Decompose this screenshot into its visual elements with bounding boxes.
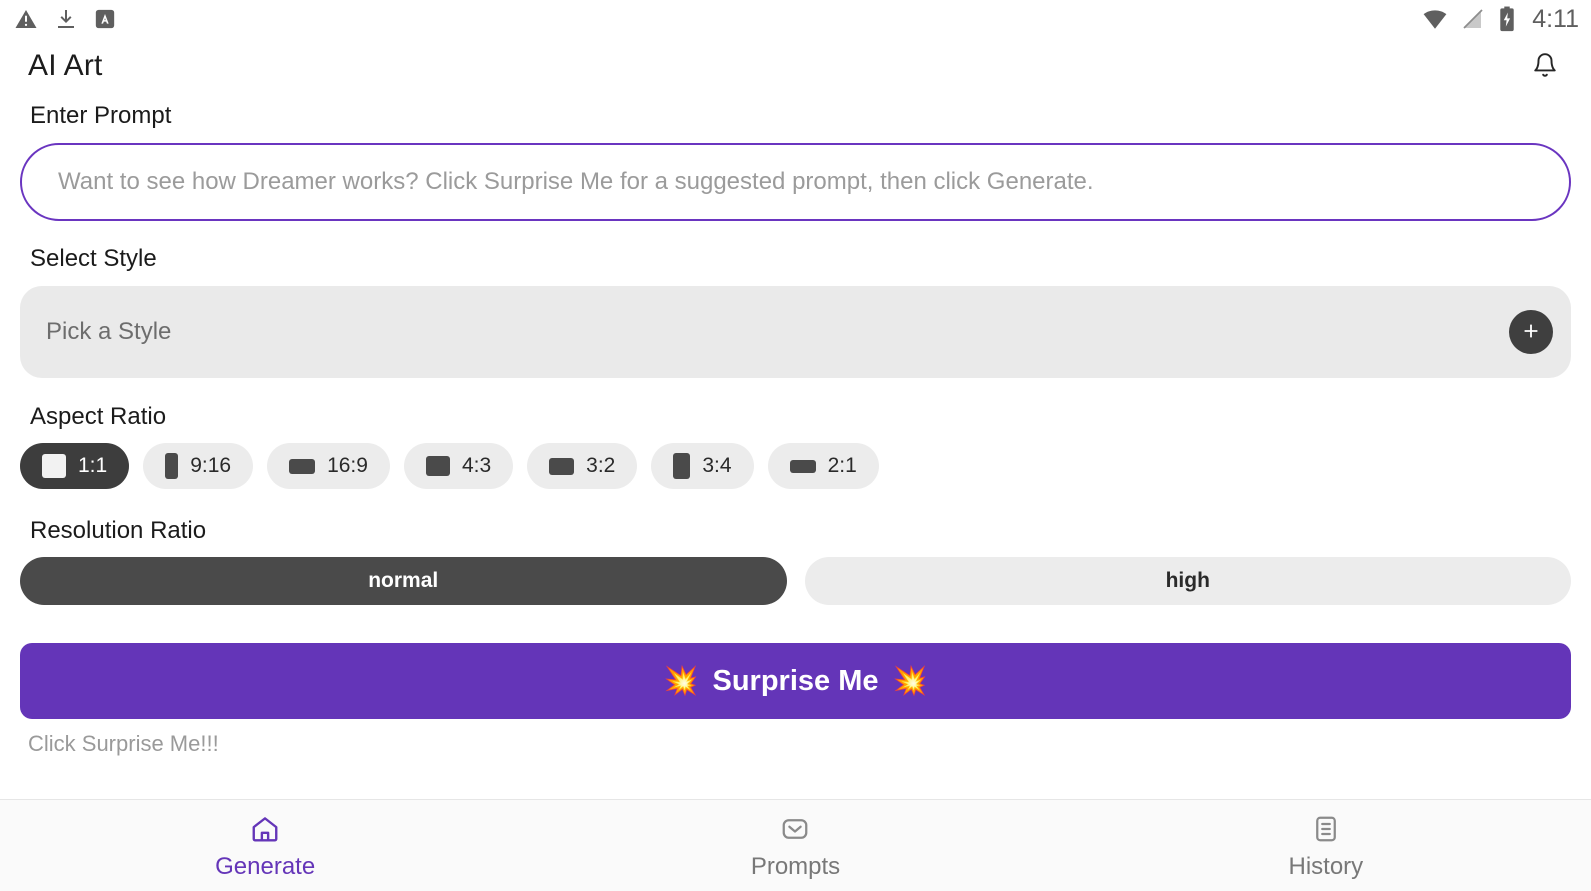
style-label: Select Style bbox=[30, 245, 157, 272]
aspect-ratio-chip-label: 16:9 bbox=[327, 454, 368, 477]
aspect-ratio-chip-1-1[interactable]: 1:1 bbox=[20, 443, 130, 489]
notifications-button[interactable] bbox=[1525, 46, 1565, 86]
app-header: AI Art bbox=[0, 38, 1591, 94]
download-icon bbox=[54, 7, 78, 31]
system-status-bar: 4:11 bbox=[0, 0, 1591, 38]
style-picker[interactable]: Pick a Style bbox=[20, 286, 1571, 378]
sparkle-right-icon: 💥 bbox=[892, 665, 928, 696]
aspect-ratio-label: Aspect Ratio bbox=[30, 403, 167, 430]
wifi-icon bbox=[1422, 6, 1448, 32]
aspect-shape-icon bbox=[549, 457, 575, 475]
aspect-shape-icon bbox=[42, 454, 66, 478]
aspect-ratio-chip-4-3[interactable]: 4:3 bbox=[403, 443, 514, 489]
prompt-field-container[interactable] bbox=[20, 143, 1571, 221]
bell-icon bbox=[1532, 51, 1558, 82]
main-content: Enter Prompt Select Style Pick a Style A… bbox=[0, 94, 1591, 799]
aspect-ratio-chip-label: 1:1 bbox=[78, 454, 108, 477]
document-icon bbox=[1311, 814, 1341, 847]
nav-tab-prompts[interactable]: Prompts bbox=[530, 810, 1060, 881]
prompt-label: Enter Prompt bbox=[30, 102, 172, 129]
app-screen: 4:11 AI Art Enter Prompt Select Style Pi… bbox=[0, 0, 1591, 891]
nav-tab-history[interactable]: History bbox=[1061, 810, 1591, 881]
add-style-button[interactable] bbox=[1509, 310, 1553, 354]
nav-tab-label: History bbox=[1288, 853, 1364, 880]
prompt-input[interactable] bbox=[58, 168, 1533, 196]
style-placeholder: Pick a Style bbox=[46, 318, 172, 345]
nav-tab-generate[interactable]: Generate bbox=[0, 810, 530, 881]
surprise-me-label: Surprise Me bbox=[712, 664, 879, 697]
aspect-ratio-chip-label: 9:16 bbox=[190, 454, 232, 477]
aspect-ratio-chip-label: 2:1 bbox=[827, 454, 857, 477]
status-bar-clock: 4:11 bbox=[1532, 4, 1579, 33]
page-title: AI Art bbox=[28, 49, 103, 82]
aspect-shape-icon bbox=[673, 453, 691, 479]
sparkle-left-icon: 💥 bbox=[663, 665, 699, 696]
aspect-ratio-chip-2-1[interactable]: 2:1 bbox=[767, 443, 879, 489]
resolution-option-high[interactable]: high bbox=[804, 557, 1571, 605]
aspect-ratio-chip-label: 3:2 bbox=[586, 454, 616, 477]
status-bar-right-icons: 4:11 bbox=[1422, 6, 1579, 32]
nav-tab-label: Generate bbox=[215, 853, 316, 880]
aspect-ratio-chip-label: 3:4 bbox=[702, 454, 732, 477]
home-icon bbox=[250, 814, 280, 847]
signal-off-icon bbox=[1461, 7, 1485, 31]
resolution-label: Resolution Ratio bbox=[30, 517, 207, 544]
aspect-shape-icon bbox=[789, 459, 816, 473]
resolution-option-normal[interactable]: normal bbox=[20, 557, 787, 605]
aspect-ratio-options: 1:1 9:16 16:9 4:3 3:2 3:4 2:1 bbox=[20, 443, 1571, 489]
aspect-shape-icon bbox=[289, 458, 316, 474]
status-bar-left-icons bbox=[14, 7, 116, 31]
plus-icon bbox=[1520, 320, 1542, 345]
battery-charging-icon bbox=[1498, 6, 1516, 32]
aspect-shape-icon bbox=[425, 456, 450, 476]
aspect-shape-icon bbox=[165, 453, 179, 479]
warning-triangle-icon bbox=[14, 7, 38, 31]
resolution-options: normal high bbox=[20, 557, 1571, 605]
aspect-ratio-chip-16-9[interactable]: 16:9 bbox=[267, 443, 390, 489]
bottom-navigation: Generate Prompts History bbox=[0, 799, 1591, 891]
app-badge-icon bbox=[94, 8, 116, 30]
nav-tab-label: Prompts bbox=[750, 853, 841, 880]
aspect-ratio-chip-3-2[interactable]: 3:2 bbox=[527, 443, 638, 489]
status-message: Click Surprise Me!!! bbox=[28, 731, 219, 756]
aspect-ratio-chip-label: 4:3 bbox=[461, 454, 492, 477]
surprise-me-button[interactable]: 💥 Surprise Me 💥 bbox=[20, 643, 1571, 719]
envelope-icon bbox=[780, 814, 810, 847]
aspect-ratio-chip-3-4[interactable]: 3:4 bbox=[651, 443, 754, 489]
aspect-ratio-chip-9-16[interactable]: 9:16 bbox=[143, 443, 254, 489]
